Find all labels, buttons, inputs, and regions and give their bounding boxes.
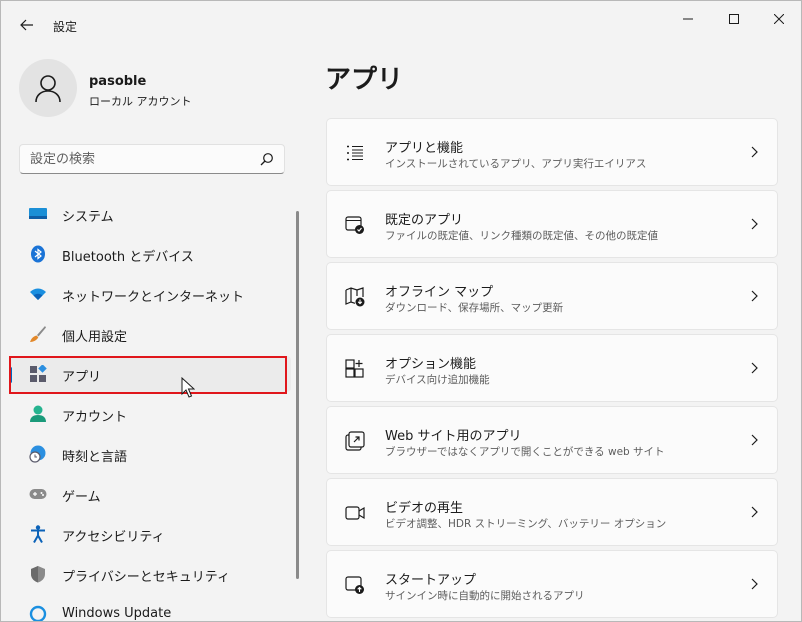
app-title: 設定: [53, 20, 78, 34]
card-apps-for-websites[interactable]: Web サイト用のアプリ ブラウザーではなくアプリで開くことができる web サ…: [326, 406, 778, 474]
chevron-right-icon: [751, 434, 758, 446]
sidebar-item-windows-update[interactable]: Windows Update: [9, 596, 291, 621]
startup-icon: [345, 575, 365, 595]
sidebar-item-label: Bluetooth とデバイス: [62, 250, 194, 265]
card-subtitle: ダウンロード、保存場所、マップ更新: [385, 302, 564, 314]
wifi-icon: [29, 285, 47, 303]
user-icon: [35, 75, 61, 103]
search-icon[interactable]: [260, 152, 274, 166]
chevron-right-icon: [751, 362, 758, 374]
sidebar-item-label: 時刻と言語: [62, 450, 128, 465]
optional-features-icon: [345, 359, 365, 379]
page-title: アプリ: [325, 65, 404, 95]
sidebar-item-label: ゲーム: [62, 490, 101, 505]
back-button[interactable]: [13, 13, 41, 37]
sidebar-item-label: 個人用設定: [62, 330, 128, 345]
sidebar-item-apps[interactable]: アプリ: [9, 356, 291, 392]
search-input[interactable]: [20, 145, 256, 173]
card-apps-features[interactable]: アプリと機能 インストールされているアプリ、アプリ実行エイリアス: [326, 118, 778, 186]
search-box: [19, 144, 285, 174]
video-icon: [345, 503, 365, 523]
brush-icon: [29, 325, 47, 343]
card-subtitle: ブラウザーではなくアプリで開くことができる web サイト: [385, 446, 665, 458]
card-title: 既定のアプリ: [385, 213, 464, 228]
system-icon: [29, 205, 47, 223]
minimize-button[interactable]: [665, 5, 711, 33]
sidebar-item-label: Windows Update: [62, 606, 172, 621]
sidebar-item-label: アクセシビリティ: [62, 530, 165, 545]
card-optional-features[interactable]: オプション機能 デバイス向け追加機能: [326, 334, 778, 402]
card-title: ビデオの再生: [385, 501, 464, 516]
minimize-icon: [683, 18, 693, 20]
avatar[interactable]: [19, 59, 77, 117]
bluetooth-icon: [29, 245, 47, 263]
sidebar-nav: システム Bluetooth とデバイス ネットワークとインターネット 個人用設…: [9, 196, 291, 621]
card-offline-maps[interactable]: オフライン マップ ダウンロード、保存場所、マップ更新: [326, 262, 778, 330]
accessibility-icon: [29, 525, 47, 543]
card-subtitle: インストールされているアプリ、アプリ実行エイリアス: [385, 158, 647, 170]
sidebar-item-system[interactable]: システム: [9, 196, 291, 232]
chevron-right-icon: [751, 506, 758, 518]
default-apps-icon: [345, 215, 365, 235]
user-name: pasoble: [89, 74, 147, 89]
card-title: Web サイト用のアプリ: [385, 429, 522, 444]
sidebar-item-label: アプリ: [62, 370, 102, 385]
settings-card-list: アプリと機能 インストールされているアプリ、アプリ実行エイリアス 既定のアプリ …: [326, 118, 778, 621]
chevron-right-icon: [751, 290, 758, 302]
sidebar-item-label: ネットワークとインターネット: [62, 290, 245, 305]
sidebar-item-label: アカウント: [62, 410, 128, 425]
card-title: スタートアップ: [385, 573, 477, 588]
close-icon: [774, 14, 784, 24]
card-subtitle: ファイルの既定値、リンク種類の既定値、その他の既定値: [385, 230, 658, 242]
card-title: オフライン マップ: [385, 285, 494, 300]
close-button[interactable]: [756, 5, 801, 33]
card-subtitle: サインイン時に自動的に開始されるアプリ: [385, 590, 585, 602]
offline-map-icon: [345, 287, 365, 307]
sidebar-item-label: プライバシーとセキュリティ: [62, 570, 230, 585]
sidebar-item-bluetooth[interactable]: Bluetooth とデバイス: [9, 236, 291, 272]
list-icon: [345, 143, 365, 163]
card-default-apps[interactable]: 既定のアプリ ファイルの既定値、リンク種類の既定値、その他の既定値: [326, 190, 778, 258]
sidebar-item-personalization[interactable]: 個人用設定: [9, 316, 291, 352]
apps-icon: [29, 365, 47, 383]
sidebar-item-accounts[interactable]: アカウント: [9, 396, 291, 432]
chevron-right-icon: [751, 578, 758, 590]
sidebar-item-network[interactable]: ネットワークとインターネット: [9, 276, 291, 312]
card-subtitle: デバイス向け追加機能: [385, 374, 490, 386]
chevron-right-icon: [751, 218, 758, 230]
account-icon: [29, 405, 47, 423]
windows-update-icon: [29, 605, 47, 621]
clock-globe-icon: [29, 445, 47, 463]
web-app-icon: [345, 431, 365, 451]
settings-window: 設定 pasoble ローカル アカウント システム: [0, 0, 802, 622]
card-video-playback[interactable]: ビデオの再生 ビデオ調整、HDR ストリーミング、バッテリー オプション: [326, 478, 778, 546]
maximize-button[interactable]: [711, 5, 757, 33]
sidebar-scrollbar[interactable]: [296, 211, 299, 579]
gamepad-icon: [29, 485, 47, 503]
maximize-icon: [729, 14, 739, 24]
sidebar-item-label: システム: [62, 210, 114, 225]
sidebar-item-gaming[interactable]: ゲーム: [9, 476, 291, 512]
title-bar: 設定: [1, 1, 801, 49]
card-subtitle: ビデオ調整、HDR ストリーミング、バッテリー オプション: [385, 518, 667, 530]
chevron-right-icon: [751, 146, 758, 158]
sidebar-item-time-language[interactable]: 時刻と言語: [9, 436, 291, 472]
card-title: アプリと機能: [385, 141, 464, 156]
back-arrow-icon: [20, 19, 33, 31]
sidebar-item-accessibility[interactable]: アクセシビリティ: [9, 516, 291, 552]
sidebar-item-privacy-security[interactable]: プライバシーとセキュリティ: [9, 556, 291, 592]
shield-icon: [29, 565, 47, 583]
account-type: ローカル アカウント: [89, 95, 192, 108]
card-title: オプション機能: [385, 357, 477, 372]
mouse-cursor-icon: [181, 377, 195, 398]
card-startup[interactable]: スタートアップ サインイン時に自動的に開始されるアプリ: [326, 550, 778, 618]
